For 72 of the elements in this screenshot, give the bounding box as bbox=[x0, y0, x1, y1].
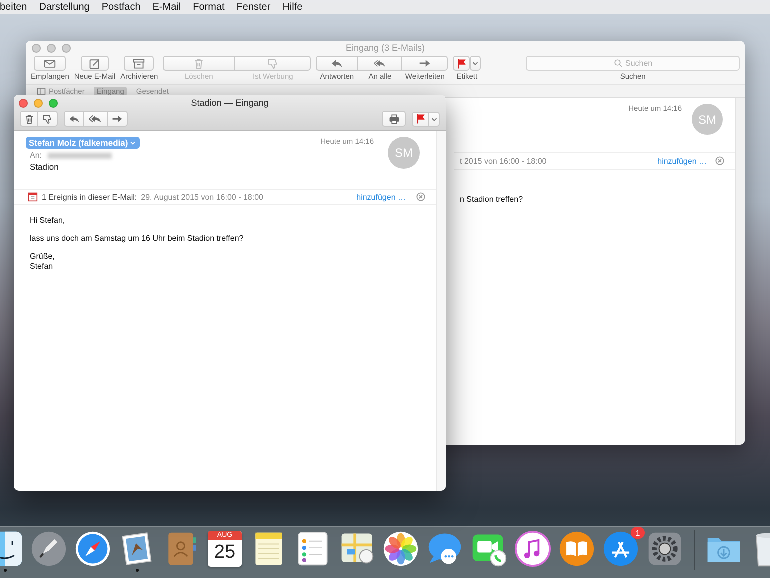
message-body-text: lass uns doch am Samstag um 16 Uhr beim Stadion treffen? bbox=[30, 234, 245, 244]
flag-menu-button[interactable] bbox=[429, 112, 440, 126]
reply-icon bbox=[68, 114, 80, 124]
message-subject: Stadion bbox=[29, 162, 60, 172]
zoom-window-button[interactable] bbox=[49, 98, 58, 108]
compass-icon[interactable] bbox=[74, 530, 112, 568]
blurred-address bbox=[48, 152, 112, 158]
close-circle-icon bbox=[715, 156, 725, 166]
reply-all-icon bbox=[374, 58, 386, 70]
to-label: An: bbox=[30, 151, 42, 160]
search-icon bbox=[614, 59, 622, 68]
event-count: 1 Ereignis in dieser E-Mail: bbox=[42, 192, 138, 202]
close-circle-icon bbox=[416, 192, 426, 202]
reply-all-icon bbox=[89, 112, 102, 126]
toolbar-button[interactable] bbox=[382, 111, 406, 127]
toolbar-button[interactable] bbox=[64, 111, 84, 127]
dismiss-button[interactable] bbox=[416, 192, 426, 202]
flag-icon bbox=[414, 113, 426, 125]
menu-item[interactable]: Fenster bbox=[236, 2, 271, 12]
search-placeholder: Suchen bbox=[626, 59, 653, 68]
dock-separator bbox=[694, 530, 695, 570]
toolbar-button[interactable] bbox=[20, 111, 38, 127]
app-store-icon[interactable] bbox=[602, 530, 640, 568]
toolbar-button[interactable] bbox=[124, 56, 154, 71]
message-body-text: Hi Stefan, bbox=[30, 216, 66, 226]
add-event-link[interactable]: hinzufügen … bbox=[356, 192, 406, 202]
trash-icon bbox=[193, 58, 206, 70]
open-book-icon[interactable] bbox=[558, 530, 596, 568]
thumbs-down-icon bbox=[266, 58, 279, 70]
toolbar-button[interactable] bbox=[34, 56, 66, 71]
menu-item[interactable]: Format bbox=[193, 2, 225, 12]
menu-item[interactable]: Darstellung bbox=[39, 2, 90, 12]
flag-menu-button[interactable] bbox=[470, 56, 482, 71]
flag-button[interactable] bbox=[453, 56, 470, 71]
music-note-icon[interactable] bbox=[514, 530, 552, 568]
reply-icon bbox=[331, 58, 344, 70]
calendar-day: 25 bbox=[214, 540, 236, 565]
toolbar-button[interactable] bbox=[402, 56, 448, 71]
envelope-icon bbox=[44, 58, 56, 70]
close-window-button[interactable] bbox=[19, 98, 28, 108]
forward-arrow-icon bbox=[112, 114, 123, 124]
archive-box-icon bbox=[133, 58, 146, 70]
gear-icon[interactable] bbox=[646, 530, 684, 568]
event-detail: 29. August 2015 von 16:00 - 18:00 bbox=[141, 192, 264, 202]
toolbar-button[interactable] bbox=[358, 56, 402, 71]
forward-arrow-icon bbox=[418, 58, 431, 70]
dismiss-button[interactable] bbox=[715, 156, 725, 166]
add-event-link[interactable]: hinzufügen … bbox=[658, 156, 707, 166]
menu-item[interactable]: Postfach bbox=[102, 2, 141, 12]
toolbar-button[interactable] bbox=[81, 56, 109, 71]
event-detail: t 2015 von 16:00 - 18:00 bbox=[460, 156, 547, 166]
toolbar-button[interactable] bbox=[316, 56, 358, 71]
printer-icon bbox=[388, 114, 400, 124]
window-title: Stadion — Eingang bbox=[190, 98, 270, 108]
flag-icon bbox=[456, 58, 468, 70]
menu-item[interactable]: beiten bbox=[0, 2, 28, 12]
toolbar-button[interactable] bbox=[38, 111, 58, 127]
message-body-text: Grüße, Stefan bbox=[30, 252, 56, 271]
menu-item[interactable]: Hilfe bbox=[282, 2, 303, 12]
chevron-down-icon bbox=[129, 139, 138, 147]
window-title: Eingang (3 E-Mails) bbox=[344, 43, 426, 53]
toolbar-button[interactable] bbox=[84, 111, 108, 127]
toolbar-button[interactable] bbox=[108, 111, 128, 127]
notification-badge: 1 bbox=[631, 527, 645, 539]
flag-button[interactable] bbox=[412, 112, 429, 126]
calendar-icon bbox=[28, 192, 38, 202]
compose-icon bbox=[89, 58, 101, 70]
thumbs-down-icon bbox=[42, 114, 53, 124]
message-body-text: n Stadion treffen? bbox=[459, 194, 524, 204]
menu-item[interactable]: E-Mail bbox=[152, 2, 182, 12]
trash-icon bbox=[24, 114, 34, 124]
sidebar-icon bbox=[37, 86, 46, 96]
